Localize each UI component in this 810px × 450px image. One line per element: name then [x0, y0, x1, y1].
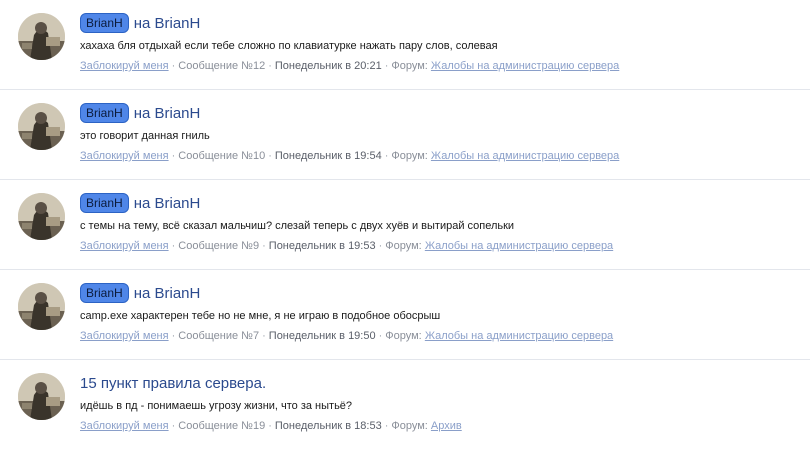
list-item: 15 пункт правила сервера. идёшь в пд - п…: [0, 360, 810, 450]
avatar-image: [18, 373, 65, 420]
avatar[interactable]: [18, 283, 65, 330]
forum-link[interactable]: Жалобы на администрацию сервера: [425, 330, 613, 342]
post-date: Понедельник в 19:53: [268, 240, 376, 252]
separator: ·: [171, 330, 176, 342]
result-title-line: BrianH на BrianH: [80, 102, 800, 124]
message-number: Сообщение №9: [178, 240, 260, 252]
block-me-link[interactable]: Заблокируй меня: [80, 420, 169, 432]
separator: ·: [384, 60, 389, 72]
result-content: 15 пункт правила сервера. идёшь в пд - п…: [80, 372, 800, 433]
result-meta: Заблокируй меня · Сообщение №19 · Понедельни…: [80, 419, 800, 433]
block-me-link[interactable]: Заблокируй меня: [80, 240, 169, 252]
forum-link[interactable]: Архив: [431, 420, 462, 432]
result-snippet: camp.exe характерен тебе но не мне, я не…: [80, 310, 441, 322]
separator: ·: [268, 60, 272, 72]
separator: ·: [384, 420, 389, 432]
message-number: Сообщение №12: [178, 60, 266, 72]
message-number: Сообщение №10: [178, 150, 266, 162]
post-date: Понедельник в 19:54: [274, 150, 382, 162]
user-badge[interactable]: BrianH: [80, 13, 129, 33]
list-item: BrianH на BrianH camp.exe характерен теб…: [0, 270, 810, 360]
separator: ·: [171, 240, 176, 252]
result-title-line: BrianH на BrianH: [80, 192, 800, 214]
separator: ·: [171, 420, 176, 432]
result-content: BrianH на BrianH хахаха бля отдыхай если…: [80, 12, 800, 73]
forum-label: Форум:: [391, 60, 428, 72]
separator: ·: [171, 150, 176, 162]
separator: ·: [268, 150, 272, 162]
separator: ·: [262, 240, 266, 252]
result-title[interactable]: на BrianH: [134, 105, 201, 122]
result-title-line: 15 пункт правила сервера.: [80, 372, 800, 394]
avatar[interactable]: [18, 103, 65, 150]
list-item: BrianH на BrianH с темы на тему, всё ска…: [0, 180, 810, 270]
result-meta: Заблокируй меня · Сообщение №9 · Понедельник…: [80, 239, 800, 253]
separator: ·: [378, 330, 383, 342]
result-title[interactable]: 15 пункт правила сервера.: [80, 375, 266, 392]
message-number: Сообщение №7: [178, 330, 260, 342]
forum-label: Форум:: [391, 420, 428, 432]
forum-label: Форум:: [385, 240, 422, 252]
result-title-line: BrianH на BrianH: [80, 282, 800, 304]
result-snippet: идёшь в пд - понимаешь угрозу жизни, что…: [80, 400, 353, 412]
result-snippet: это говорит данная гниль: [80, 130, 210, 142]
list-item: BrianH на BrianH это говорит данная гнил…: [0, 90, 810, 180]
separator: ·: [268, 420, 272, 432]
list-item: BrianH на BrianH хахаха бля отдыхай если…: [0, 0, 810, 90]
message-number: Сообщение №19: [178, 420, 266, 432]
forum-label: Форум:: [391, 150, 428, 162]
avatar-image: [18, 283, 65, 330]
result-title[interactable]: на BrianH: [134, 195, 201, 212]
result-content: BrianH на BrianH camp.exe характерен теб…: [80, 282, 800, 343]
result-title-line: BrianH на BrianH: [80, 12, 800, 34]
result-snippet: с темы на тему, всё сказал мальчиш? слез…: [80, 220, 515, 232]
avatar-image: [18, 103, 65, 150]
result-meta: Заблокируй меня · Сообщение №7 · Понедельник…: [80, 329, 800, 343]
user-badge[interactable]: BrianH: [80, 193, 129, 213]
separator: ·: [171, 60, 176, 72]
avatar-image: [18, 193, 65, 240]
forum-label: Форум:: [385, 330, 422, 342]
result-content: BrianH на BrianH это говорит данная гнил…: [80, 102, 800, 163]
result-content: BrianH на BrianH с темы на тему, всё ска…: [80, 192, 800, 253]
separator: ·: [378, 240, 383, 252]
result-meta: Заблокируй меня · Сообщение №10 · Понедельни…: [80, 149, 800, 163]
block-me-link[interactable]: Заблокируй меня: [80, 60, 169, 72]
post-date: Понедельник в 19:50: [268, 330, 376, 342]
result-meta: Заблокируй меня · Сообщение №12 · Понедельни…: [80, 59, 800, 73]
result-title[interactable]: на BrianH: [134, 15, 201, 32]
post-date: Понедельник в 18:53: [274, 420, 382, 432]
separator: ·: [262, 330, 266, 342]
avatar[interactable]: [18, 193, 65, 240]
user-badge[interactable]: BrianH: [80, 103, 129, 123]
user-badge[interactable]: BrianH: [80, 283, 129, 303]
avatar[interactable]: [18, 13, 65, 60]
forum-link[interactable]: Жалобы на администрацию сервера: [425, 240, 613, 252]
block-me-link[interactable]: Заблокируй меня: [80, 150, 169, 162]
forum-link[interactable]: Жалобы на администрацию сервера: [431, 150, 619, 162]
result-title[interactable]: на BrianH: [134, 285, 201, 302]
forum-link[interactable]: Жалобы на администрацию сервера: [431, 60, 619, 72]
avatar[interactable]: [18, 373, 65, 420]
result-snippet: хахаха бля отдыхай если тебе сложно по к…: [80, 40, 498, 52]
block-me-link[interactable]: Заблокируй меня: [80, 330, 169, 342]
separator: ·: [384, 150, 389, 162]
search-results-feed: BrianH на BrianH хахаха бля отдыхай если…: [0, 0, 810, 450]
post-date: Понедельник в 20:21: [274, 60, 382, 72]
avatar-image: [18, 13, 65, 60]
